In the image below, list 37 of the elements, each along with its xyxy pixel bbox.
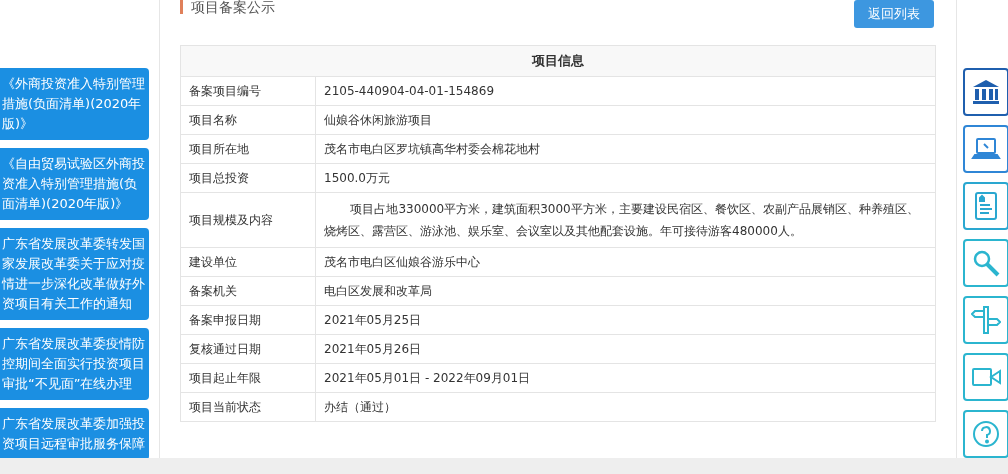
table-cell: 电白区发展和改革局	[315, 276, 936, 306]
tool-button[interactable]	[963, 182, 1008, 230]
policy-link[interactable]: 广东省发展改革委加强投资项目远程审批服务保障	[0, 408, 149, 460]
help-icon	[971, 419, 1001, 449]
table-cell: 复核通过日期	[180, 334, 316, 364]
search-icon	[971, 248, 1001, 278]
table-cell: 茂名市电白区罗坑镇高华村委会棉花地村	[315, 134, 936, 164]
policy-link[interactable]: 《自由贸易试验区外商投资准入特别管理措施(负面清单)(2020年版)》	[0, 148, 149, 220]
bank-icon	[971, 77, 1001, 107]
table-cell: 仙娘谷休闲旅游项目	[315, 105, 936, 135]
table-cell: 项目起止年限	[180, 363, 316, 393]
tool-button[interactable]	[963, 125, 1008, 173]
table-cell: 建设单位	[180, 247, 316, 277]
table-cell: 2021年05月25日	[315, 305, 936, 335]
table-cell: 备案项目编号	[180, 76, 316, 106]
table-title: 项目信息	[180, 45, 936, 77]
section-title: 项目备案公示	[180, 0, 275, 14]
policy-link[interactable]: 广东省发展改革委转发国家发展改革委关于应对疫情进一步深化改革做好外资项目有关工作的通知	[0, 228, 149, 320]
table-cell: 项目规模及内容	[180, 192, 316, 248]
table-cell: 项目所在地	[180, 134, 316, 164]
table-cell: 茂名市电白区仙娘谷游乐中心	[315, 247, 936, 277]
table-cell: 备案申报日期	[180, 305, 316, 335]
table-cell: 项目占地330000平方米，建筑面积3000平方米，主要建设民宿区、餐饮区、农副产品展销区、种养殖区、烧烤区、露营区、游泳池、娱乐室、会议室以及其他配套设施。年可接待游客480000人。	[315, 192, 936, 248]
table-cell: 备案机关	[180, 276, 316, 306]
table-cell: 项目当前状态	[180, 392, 316, 422]
signpost-icon	[971, 305, 1001, 335]
policy-link[interactable]: 广东省发展改革委疫情防控期间全面实行投资项目审批“不见面”在线办理	[0, 328, 149, 400]
back-button[interactable]: 返回列表	[854, 0, 934, 28]
policy-link[interactable]: 《外商投资准入特别管理措施(负面清单)(2020年版)》	[0, 68, 149, 140]
table-cell: 2105-440904-04-01-154869	[315, 76, 936, 106]
table-cell: 2021年05月26日	[315, 334, 936, 364]
table-cell: 项目总投资	[180, 163, 316, 193]
table-cell: 2021年05月01日 - 2022年09月01日	[315, 363, 936, 393]
table-cell: 1500.0万元	[315, 163, 936, 193]
tool-button[interactable]	[963, 68, 1008, 116]
table-cell: 办结（通过）	[315, 392, 936, 422]
table-cell: 项目名称	[180, 105, 316, 135]
